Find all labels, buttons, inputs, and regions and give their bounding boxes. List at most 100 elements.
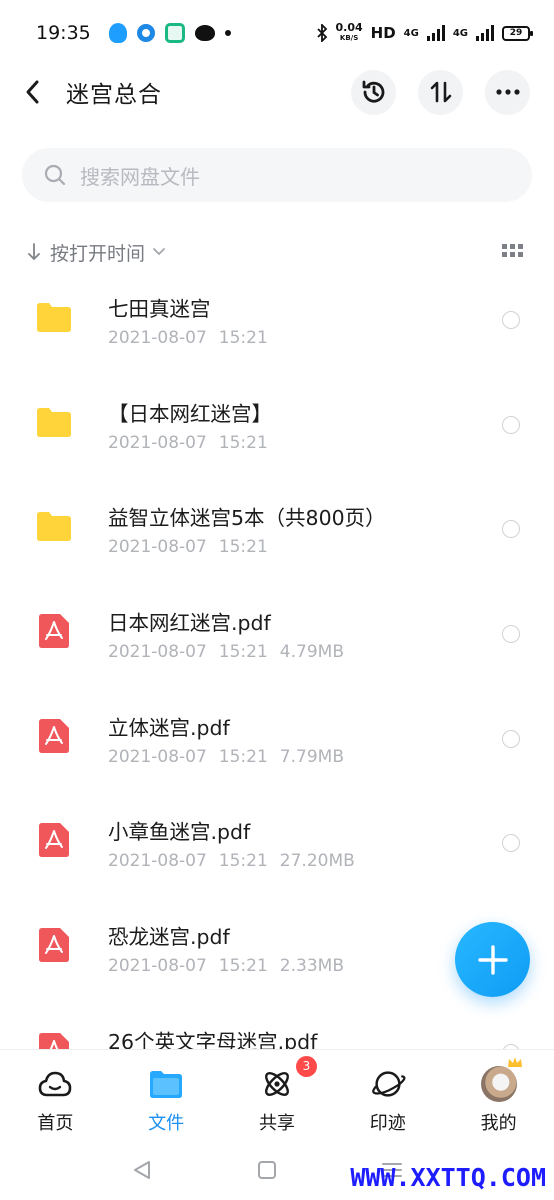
app-notification-icon bbox=[136, 24, 155, 42]
file-name: 益智立体迷宫5本（共800页） bbox=[108, 506, 386, 531]
home-square-icon[interactable] bbox=[257, 1160, 277, 1180]
grid-view-button[interactable] bbox=[502, 243, 524, 262]
select-checkbox[interactable] bbox=[502, 729, 520, 748]
battery-level: 29 bbox=[509, 27, 523, 38]
sort-order-label[interactable]: 按打开时间 bbox=[50, 239, 145, 266]
file-name: 七田真迷宫 bbox=[108, 297, 211, 321]
atom-share-icon: 3 bbox=[259, 1056, 317, 1102]
folder-icon bbox=[37, 512, 71, 542]
pdf-file-icon bbox=[39, 718, 69, 753]
file-name: 【日本网红迷宫】 bbox=[108, 401, 272, 426]
watermark: WWW.XXTTQ.COM bbox=[350, 1163, 546, 1192]
file-date: 2021-08-07 bbox=[108, 328, 207, 348]
file-time: 15:21 bbox=[218, 956, 268, 977]
notification-icons bbox=[108, 23, 231, 43]
more-notifications-dot-icon bbox=[224, 30, 231, 36]
select-checkbox[interactable] bbox=[502, 415, 520, 434]
file-row[interactable]: 小章鱼迷宫.pdf 2021-08-07 15:21 27.20MB bbox=[0, 789, 554, 894]
pdf-file-icon bbox=[39, 1032, 69, 1049]
back-triangle-icon[interactable] bbox=[131, 1159, 153, 1181]
file-row[interactable]: 26个英文字母迷宫.pdf bbox=[0, 999, 554, 1049]
cloud-home-icon bbox=[37, 1066, 73, 1102]
file-name: 日本网红迷宫.pdf bbox=[108, 611, 271, 636]
folder-icon bbox=[37, 407, 71, 437]
network-type-1: 4G bbox=[403, 27, 419, 39]
arrow-down-icon bbox=[28, 243, 40, 260]
page-title: 迷宫总合 bbox=[66, 82, 162, 108]
signal-strength-2-icon bbox=[476, 25, 494, 41]
search-icon bbox=[44, 164, 66, 186]
file-row[interactable]: 【日本网红迷宫】 2021-08-07 15:21 bbox=[0, 371, 554, 476]
pdf-file-icon bbox=[39, 928, 69, 963]
pdf-file-icon bbox=[39, 823, 69, 858]
nav-label-home: 首页 bbox=[37, 1113, 74, 1134]
file-size: 7.79MB bbox=[279, 746, 344, 767]
file-row[interactable]: 日本网红迷宫.pdf 2021-08-07 15:21 4.79MB bbox=[0, 580, 554, 685]
plus-icon bbox=[477, 944, 508, 975]
nav-label-mine: 我的 bbox=[480, 1113, 517, 1134]
file-row[interactable]: 益智立体迷宫5本（共800页） 2021-08-07 15:21 bbox=[0, 475, 554, 580]
file-date: 2021-08-07 bbox=[108, 851, 207, 872]
nav-label-share: 共享 bbox=[258, 1113, 295, 1134]
status-time: 19:35 bbox=[36, 22, 91, 44]
chevron-down-icon[interactable] bbox=[153, 248, 165, 256]
avatar bbox=[480, 1057, 522, 1102]
file-meta: 2021-08-07 15:21 bbox=[108, 328, 280, 348]
select-checkbox[interactable] bbox=[502, 520, 520, 539]
status-indicators: 0.04 KB/S HD 4G 4G 29 bbox=[316, 22, 533, 43]
file-time: 15:21 bbox=[218, 432, 268, 453]
nav-item-share[interactable]: 3 共享 bbox=[222, 1050, 333, 1139]
history-button[interactable] bbox=[351, 69, 396, 115]
file-date: 2021-08-07 bbox=[108, 642, 207, 663]
bluetooth-icon bbox=[316, 24, 327, 42]
nav-label-files: 文件 bbox=[148, 1113, 185, 1134]
battery-icon: 29 bbox=[502, 25, 533, 41]
file-time: 15:21 bbox=[218, 328, 268, 348]
select-checkbox[interactable] bbox=[502, 625, 520, 644]
pdf-file-icon bbox=[39, 614, 69, 649]
file-meta: 2021-08-07 15:21 7.79MB bbox=[108, 747, 356, 767]
sort-button[interactable] bbox=[418, 69, 463, 115]
grid-view-icon bbox=[502, 243, 523, 257]
share-badge: 3 bbox=[295, 1056, 317, 1077]
select-checkbox[interactable] bbox=[502, 834, 520, 853]
file-name: 26个英文字母迷宫.pdf bbox=[108, 1029, 318, 1049]
file-row[interactable]: 七田真迷宫 2021-08-07 15:21 bbox=[0, 266, 554, 371]
file-size: 4.79MB bbox=[279, 642, 344, 663]
file-date: 2021-08-07 bbox=[108, 432, 207, 453]
hd-indicator: HD bbox=[370, 24, 396, 42]
file-meta: 2021-08-07 15:21 4.79MB bbox=[108, 642, 356, 662]
search-input[interactable]: 搜索网盘文件 bbox=[22, 148, 532, 202]
back-button[interactable] bbox=[24, 72, 52, 112]
signal-strength-icon bbox=[426, 25, 445, 41]
bottom-nav: 首页 文件 3 共享 印迹 我的 bbox=[0, 1049, 554, 1139]
weibo-icon bbox=[194, 25, 215, 41]
nav-item-mine[interactable]: 我的 bbox=[443, 1050, 554, 1139]
more-button[interactable] bbox=[485, 69, 530, 115]
chevron-left-icon bbox=[26, 80, 39, 104]
file-meta: 2021-08-07 15:21 27.20MB bbox=[108, 851, 367, 871]
file-row[interactable]: 立体迷宫.pdf 2021-08-07 15:21 7.79MB bbox=[0, 685, 554, 790]
file-name: 立体迷宫.pdf bbox=[108, 715, 230, 740]
network-speed-unit: KB/S bbox=[339, 34, 359, 42]
more-dots-icon bbox=[495, 89, 520, 95]
folder-icon bbox=[37, 303, 71, 332]
file-size: 27.20MB bbox=[279, 851, 355, 872]
network-type-2: 4G bbox=[452, 27, 468, 39]
nav-item-home[interactable]: 首页 bbox=[0, 1050, 111, 1139]
file-time: 15:21 bbox=[218, 851, 268, 872]
file-meta: 2021-08-07 15:21 2.33MB bbox=[108, 956, 356, 976]
nav-item-trace[interactable]: 印迹 bbox=[332, 1050, 443, 1139]
select-checkbox[interactable] bbox=[502, 311, 520, 329]
file-meta: 2021-08-07 15:21 bbox=[108, 433, 280, 453]
crown-icon bbox=[507, 1057, 522, 1067]
sort-arrows-icon bbox=[430, 81, 451, 103]
nav-label-trace: 印迹 bbox=[369, 1113, 406, 1134]
file-size: 2.33MB bbox=[279, 956, 344, 977]
file-meta: 2021-08-07 15:21 bbox=[108, 537, 280, 557]
file-date: 2021-08-07 bbox=[108, 537, 207, 558]
add-file-button[interactable] bbox=[455, 922, 530, 997]
header: 迷宫总合 bbox=[0, 66, 554, 118]
nav-item-files[interactable]: 文件 bbox=[111, 1050, 222, 1139]
file-date: 2021-08-07 bbox=[108, 956, 207, 977]
